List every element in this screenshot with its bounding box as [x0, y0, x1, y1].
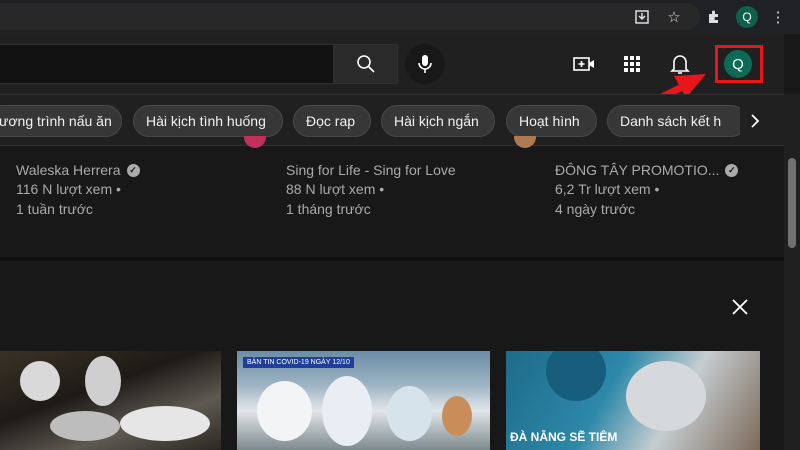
- create-video-icon[interactable]: [572, 52, 596, 76]
- thumbnail-figure: [50, 411, 120, 441]
- thumbnail-figure: [85, 356, 121, 406]
- verified-icon: ✓: [725, 163, 739, 177]
- star-icon[interactable]: ☆: [662, 5, 686, 29]
- verified-icon: ✓: [126, 163, 140, 177]
- menu-dots-icon[interactable]: ⋮: [766, 5, 790, 29]
- chip-sketch-comedy[interactable]: Hài kịch ngắn: [381, 105, 495, 137]
- thumbnail-figure: [20, 361, 60, 401]
- scrollbar-thumb[interactable]: [788, 158, 796, 248]
- upload-time: 1 tháng trước: [286, 201, 371, 217]
- browser-profile-avatar[interactable]: Q: [736, 6, 758, 28]
- section-divider: [0, 257, 784, 261]
- channel-avatar[interactable]: [514, 136, 536, 148]
- video-thumbnail[interactable]: [0, 351, 221, 450]
- channel-name[interactable]: Sing for Life - Sing for Love: [286, 162, 456, 178]
- address-bar[interactable]: [0, 3, 700, 30]
- chips-next-button[interactable]: [740, 105, 770, 137]
- thumbnail-figure: [442, 396, 472, 436]
- extensions-icon[interactable]: [702, 5, 726, 29]
- chip-playlists[interactable]: Danh sách kết h: [607, 105, 747, 137]
- search-icon: [357, 55, 375, 73]
- thumbnail-figure: [387, 386, 432, 441]
- view-count: 88 N lượt xem •: [286, 181, 385, 197]
- annotation-highlight-box: [715, 45, 763, 83]
- video-meta: ĐÔNG TÂY PROMOTIO... ✓ 6,2 Tr lượt xem • …: [555, 161, 795, 219]
- thumbnail-figure: [626, 361, 706, 431]
- channel-avatar[interactable]: [244, 136, 266, 148]
- browser-toolbar: ☆ Q ⋮: [0, 0, 800, 34]
- thumbnail-figure: [546, 351, 606, 401]
- mic-icon: [418, 55, 432, 73]
- search-button[interactable]: [334, 44, 398, 84]
- video-thumbnail[interactable]: BẢN TIN COVID-19 NGÀY 12/10: [237, 351, 490, 450]
- upload-time: 1 tuần trước: [16, 201, 93, 217]
- video-meta: Waleska Herrera ✓ 116 N lượt xem • 1 tuần…: [16, 161, 256, 219]
- chip-animation[interactable]: Hoạt hình: [506, 105, 597, 137]
- thumbnail-caption: ĐÀ NẴNG SẼ TIÊM: [510, 430, 618, 444]
- download-icon[interactable]: [630, 5, 654, 29]
- upload-time: 4 ngày trước: [555, 201, 636, 217]
- view-count: 116 N lượt xem •: [16, 181, 121, 197]
- thumbnail-figure: [120, 406, 210, 441]
- view-count: 6,2 Tr lượt xem •: [555, 181, 660, 197]
- voice-search-button[interactable]: [405, 44, 445, 84]
- chip-rap[interactable]: Đọc rap: [293, 105, 371, 137]
- close-icon[interactable]: [728, 295, 752, 319]
- scrollbar-track[interactable]: [784, 94, 800, 450]
- thumbnail-banner: BẢN TIN COVID-19 NGÀY 12/10: [243, 357, 354, 368]
- video-meta: Sing for Life - Sing for Love 88 N lượt …: [286, 161, 526, 219]
- channel-name[interactable]: ĐÔNG TÂY PROMOTIO...: [555, 162, 719, 178]
- search-input[interactable]: [0, 44, 334, 84]
- video-thumbnail[interactable]: ĐÀ NẴNG SẼ TIÊM: [506, 351, 760, 450]
- thumbnail-figure: [322, 376, 372, 446]
- channel-name[interactable]: Waleska Herrera: [16, 162, 121, 178]
- category-chips-bar: ương trình nấu ăn Hài kịch tình huống Đọ…: [0, 94, 784, 146]
- chevron-right-icon: [751, 114, 760, 128]
- thumbnail-figure: [257, 381, 312, 441]
- chip-cooking[interactable]: ương trình nấu ăn: [0, 105, 122, 137]
- chip-sitcom[interactable]: Hài kịch tình huống: [133, 105, 283, 137]
